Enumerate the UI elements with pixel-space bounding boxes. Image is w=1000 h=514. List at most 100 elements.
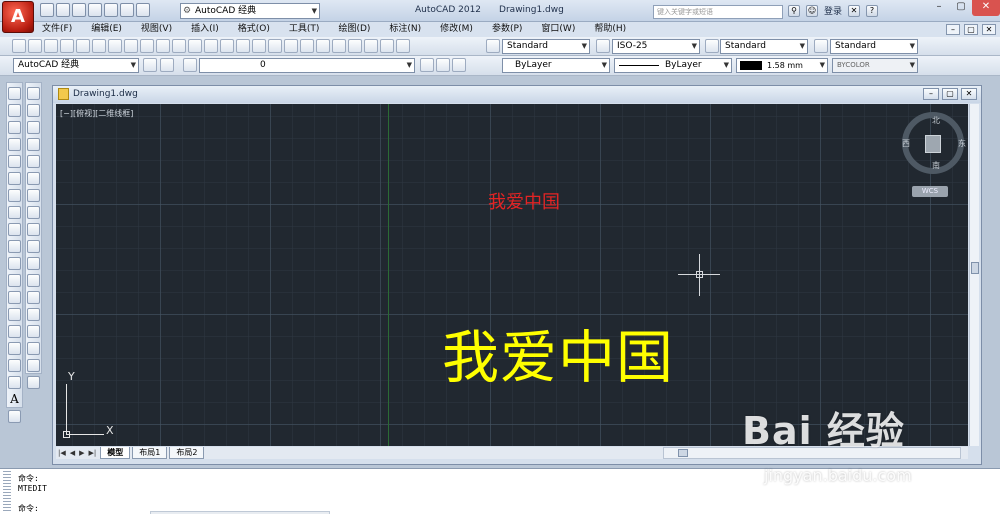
sheet-set-icon[interactable] <box>348 39 362 53</box>
pan-icon[interactable] <box>236 39 250 53</box>
extend-icon[interactable] <box>27 257 40 270</box>
polyline-icon[interactable] <box>8 121 21 134</box>
doc-minimize-button[interactable]: – <box>946 24 960 35</box>
drawing-maximize-button[interactable]: ▢ <box>942 88 958 100</box>
undo-toolbar-icon[interactable] <box>204 39 218 53</box>
chamfer-icon[interactable] <box>27 325 40 338</box>
break-at-point-icon[interactable] <box>27 274 40 287</box>
menu-help[interactable]: 帮助(H) <box>594 22 626 37</box>
workspace-combo[interactable]: AutoCAD 经典 <box>13 58 139 73</box>
multiline-text-icon[interactable]: A <box>7 392 22 406</box>
menu-parametric[interactable]: 参数(P) <box>492 22 522 37</box>
copy-object-icon[interactable] <box>27 104 40 117</box>
erase-icon[interactable] <box>27 87 40 100</box>
doc-restore-button[interactable]: ▢ <box>964 24 978 35</box>
block-editor-icon[interactable] <box>188 39 202 53</box>
help-toolbar-icon[interactable] <box>396 39 410 53</box>
lineweight-dropdown[interactable]: 1.58 mm <box>736 58 828 73</box>
fillet-icon[interactable] <box>27 342 40 355</box>
wcs-menu[interactable]: WCS <box>912 186 948 197</box>
menu-edit[interactable]: 编辑(E) <box>91 22 122 37</box>
layer-state-icon[interactable] <box>452 58 466 72</box>
polygon-icon[interactable] <box>8 138 21 151</box>
zoom-realtime-icon[interactable] <box>252 39 266 53</box>
tool-palettes-icon[interactable] <box>332 39 346 53</box>
design-center-icon[interactable] <box>316 39 330 53</box>
text-style-dropdown[interactable]: Standard <box>502 39 590 54</box>
table-style-dropdown[interactable]: Standard <box>720 39 808 54</box>
menu-window[interactable]: 窗口(W) <box>541 22 575 37</box>
text-style-icon[interactable] <box>486 39 500 53</box>
menu-tools[interactable]: 工具(T) <box>289 22 320 37</box>
plot-preview-icon[interactable] <box>76 39 90 53</box>
viewcube-east[interactable]: 东 <box>958 138 966 149</box>
point-icon[interactable] <box>8 308 21 321</box>
viewcube[interactable]: 北 南 西 东 <box>902 112 966 174</box>
add-selected-icon[interactable] <box>8 410 21 423</box>
viewcube-south[interactable]: 南 <box>932 160 940 171</box>
menu-modify[interactable]: 修改(M) <box>440 22 473 37</box>
spline-icon[interactable] <box>8 223 21 236</box>
tab-layout2[interactable]: 布局2 <box>169 447 205 459</box>
make-object-layer-current-icon[interactable] <box>420 58 434 72</box>
dim-style-dropdown[interactable]: ISO-25 <box>612 39 700 54</box>
tab-model[interactable]: 模型 <box>100 447 131 459</box>
menu-draw[interactable]: 绘图(D) <box>338 22 370 37</box>
gradient-icon[interactable] <box>8 342 21 355</box>
tab-first-icon[interactable]: |◀ <box>56 449 68 457</box>
viewcube-north[interactable]: 北 <box>932 115 940 126</box>
layer-dropdown[interactable]: 0 <box>199 58 415 73</box>
maximize-button[interactable]: ▢ <box>950 0 972 16</box>
properties-icon[interactable] <box>300 39 314 53</box>
region-icon[interactable] <box>8 359 21 372</box>
color-dropdown[interactable]: ByLayer <box>502 58 610 73</box>
minimize-button[interactable]: – <box>928 0 950 16</box>
construction-line-icon[interactable] <box>8 104 21 117</box>
binoculars-icon[interactable]: ⚲ <box>788 4 800 17</box>
open-file-icon[interactable] <box>28 39 42 53</box>
hatch-icon[interactable] <box>8 325 21 338</box>
plotstyle-dropdown[interactable]: BYCOLOR <box>832 58 918 73</box>
line-icon[interactable] <box>8 87 21 100</box>
workspace-settings-icon[interactable] <box>143 58 157 72</box>
viewport-controls[interactable]: [−][俯视][二维线框] <box>60 108 133 119</box>
drawing-close-button[interactable]: ✕ <box>961 88 977 100</box>
explode-icon[interactable] <box>27 376 40 389</box>
menu-file[interactable]: 文件(F) <box>42 22 72 37</box>
plot-icon[interactable] <box>60 39 74 53</box>
menu-format[interactable]: 格式(O) <box>238 22 270 37</box>
match-properties-icon[interactable] <box>172 39 186 53</box>
vertical-scroll-thumb[interactable] <box>971 262 979 274</box>
rotate-icon[interactable] <box>27 189 40 202</box>
menu-view[interactable]: 视图(V) <box>141 22 172 37</box>
workspace-dropdown[interactable]: AutoCAD 经典 <box>180 3 320 19</box>
red-text-object[interactable]: 我爱中国 <box>488 188 560 214</box>
ellipse-icon[interactable] <box>8 240 21 253</box>
tab-last-icon[interactable]: ▶| <box>87 449 99 457</box>
viewcube-west[interactable]: 西 <box>902 138 910 149</box>
calculator-icon[interactable] <box>380 39 394 53</box>
menu-dimension[interactable]: 标注(N) <box>389 22 421 37</box>
save-file-icon[interactable] <box>44 39 58 53</box>
copy-icon[interactable] <box>140 39 154 53</box>
workspace-save-icon[interactable] <box>160 58 174 72</box>
paste-icon[interactable] <box>156 39 170 53</box>
viewcube-top-face[interactable] <box>925 135 941 153</box>
login-link[interactable]: 登录 <box>824 4 842 17</box>
save-as-icon[interactable] <box>88 3 102 17</box>
tab-prev-icon[interactable]: ◀ <box>68 449 77 457</box>
cut-icon[interactable] <box>124 39 138 53</box>
stretch-icon[interactable] <box>27 223 40 236</box>
arc-icon[interactable] <box>8 172 21 185</box>
rectangle-icon[interactable] <box>8 155 21 168</box>
command-line-grip[interactable] <box>3 471 11 511</box>
print-icon[interactable] <box>104 3 118 17</box>
circle-icon[interactable] <box>8 189 21 202</box>
zoom-window-icon[interactable] <box>268 39 282 53</box>
horizontal-scroll-thumb[interactable] <box>678 449 688 457</box>
user-icon[interactable]: ☺ <box>806 4 818 17</box>
menu-insert[interactable]: 插入(I) <box>191 22 219 37</box>
undo-icon[interactable] <box>120 3 134 17</box>
application-menu-button[interactable]: A <box>2 1 34 33</box>
join-icon[interactable] <box>27 308 40 321</box>
